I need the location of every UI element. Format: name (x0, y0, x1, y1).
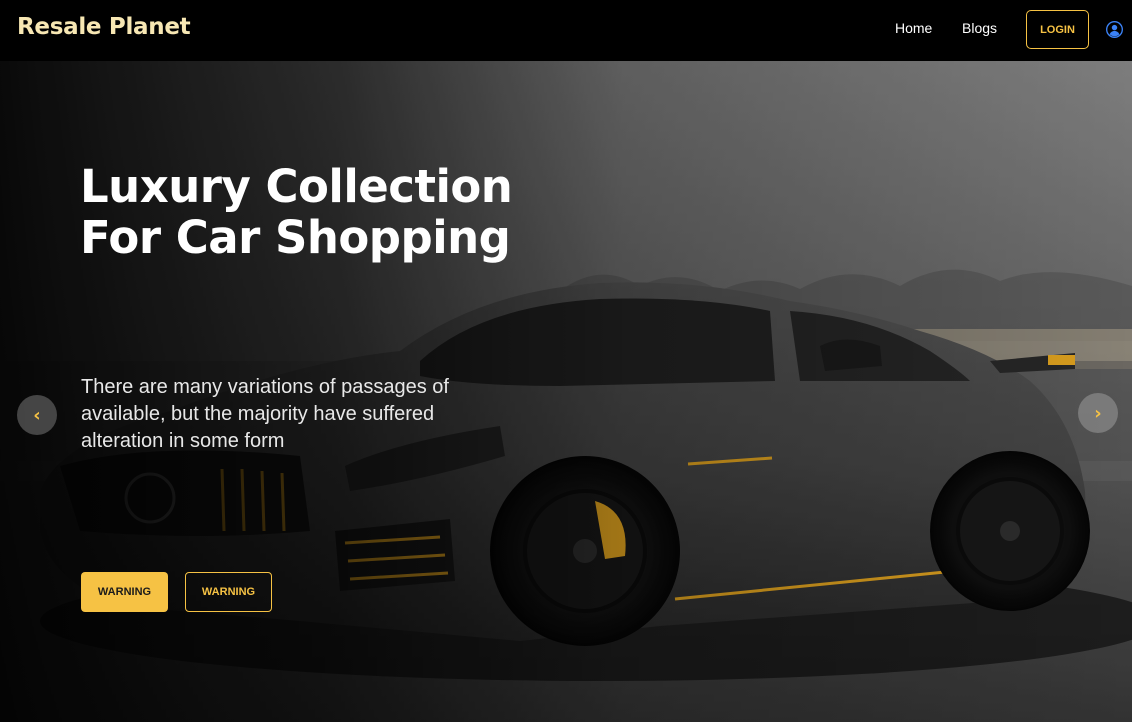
nav-link-blogs[interactable]: Blogs (962, 20, 997, 36)
login-button[interactable]: LOGIN (1026, 10, 1089, 49)
hero-title: Luxury Collection For Car Shopping (80, 160, 513, 264)
brand-logo[interactable]: Resale Planet (17, 14, 191, 40)
hero-description: There are many variations of passages of… (81, 376, 449, 452)
nav-link-home[interactable]: Home (895, 20, 932, 36)
carousel-next-button[interactable]: › (1078, 393, 1118, 433)
chevron-left-icon: ‹ (33, 404, 41, 426)
carousel-prev-button[interactable]: ‹ (17, 395, 57, 435)
user-circle-icon[interactable] (1106, 21, 1123, 38)
chevron-right-icon: › (1094, 402, 1102, 424)
navbar: Resale Planet Home Blogs LOGIN (0, 0, 1132, 61)
warning-button-outline[interactable]: WARNING (185, 572, 272, 612)
warning-button-primary[interactable]: WARNING (81, 572, 168, 612)
hero-carousel: Luxury Collection For Car Shopping There… (0, 61, 1132, 722)
